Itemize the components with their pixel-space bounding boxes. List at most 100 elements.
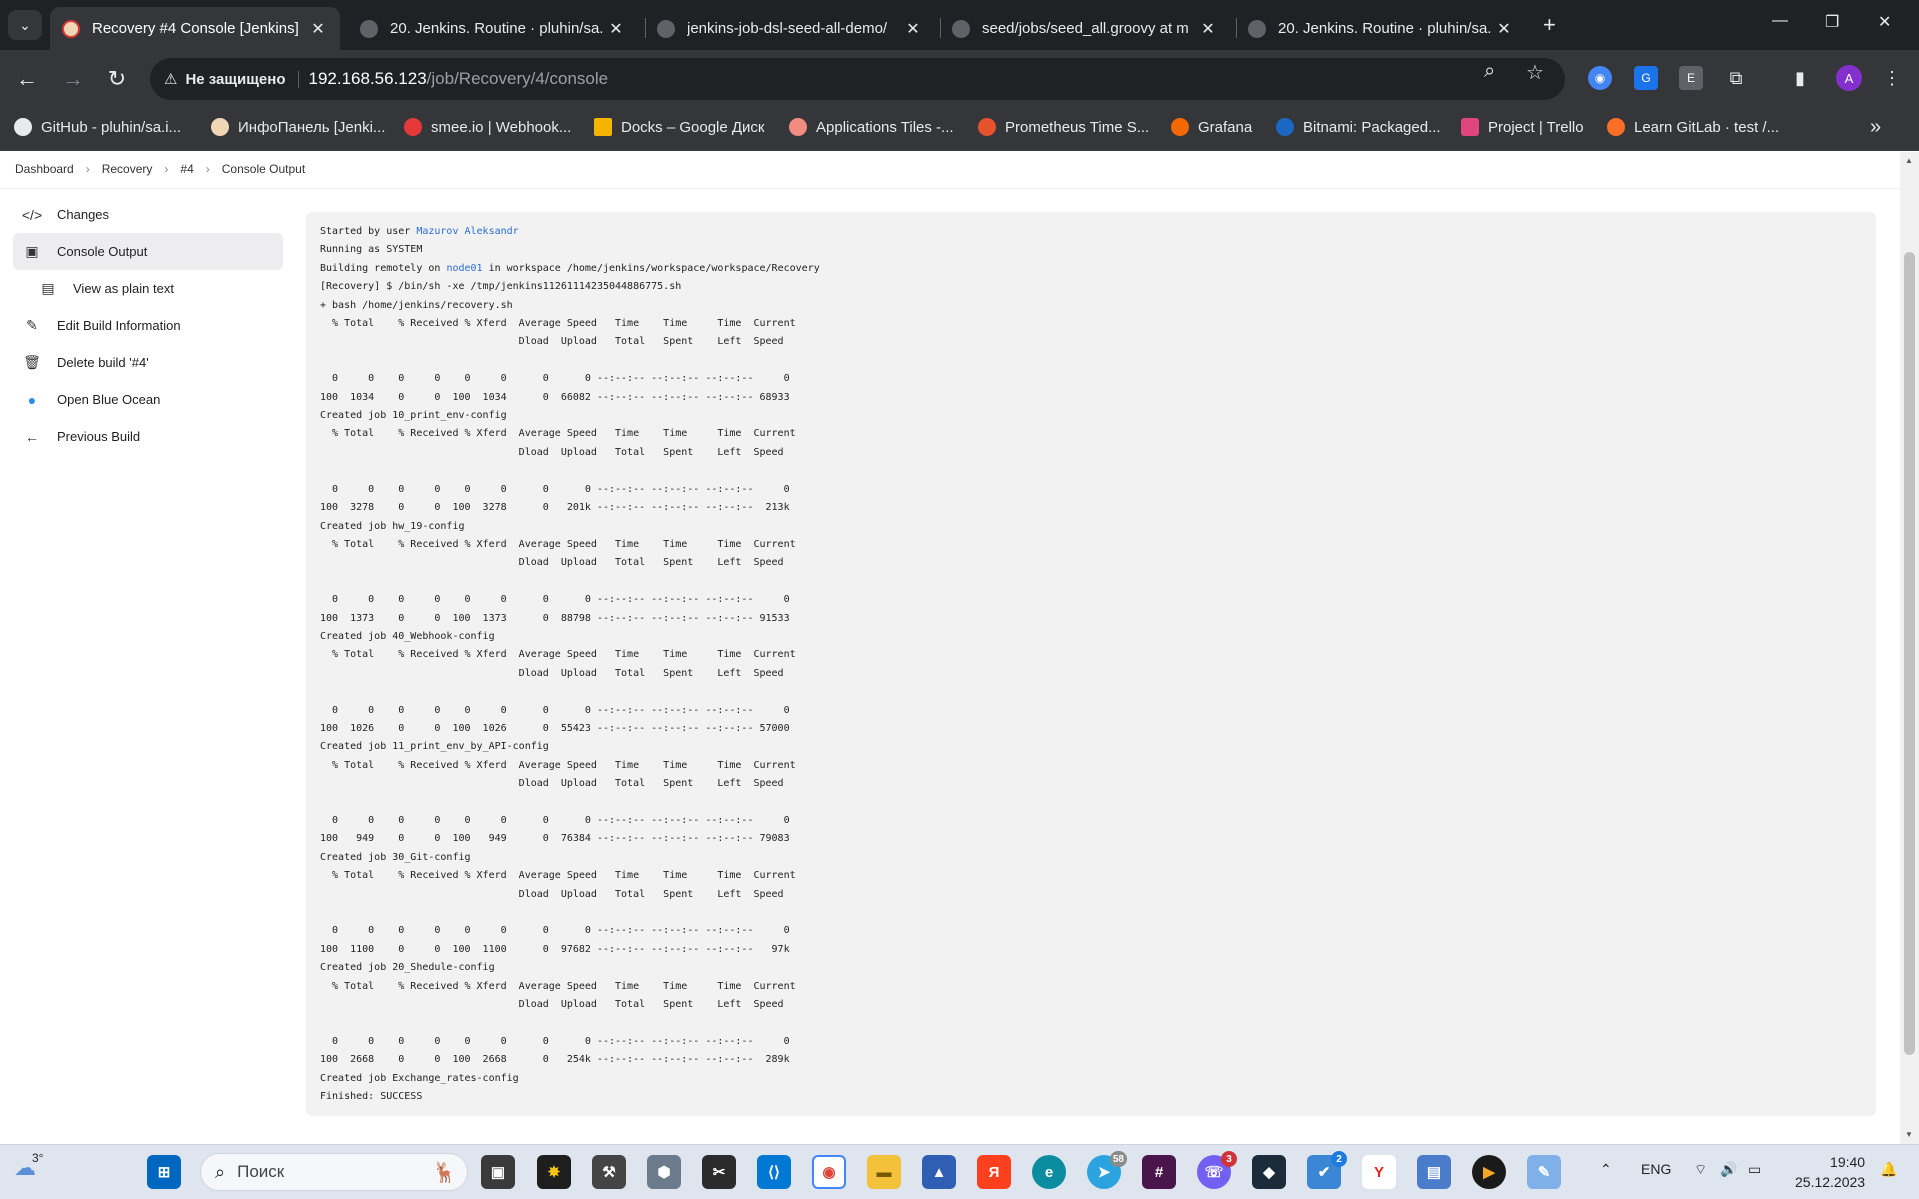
sidebar-item-delete-build[interactable]: 🗑 Delete build '#4'	[13, 344, 283, 381]
tab-title: 20. Jenkins. Routine · pluhin/sa.	[390, 20, 604, 37]
extensions-puzzle-icon[interactable]: ⧉	[1724, 66, 1748, 90]
sidebar-item-view-plain-text[interactable]: ▤ View as plain text	[13, 270, 283, 307]
reload-icon[interactable]: ↻	[104, 66, 130, 92]
bookmark-label: Project | Trello	[1488, 118, 1584, 136]
node-link[interactable]: node01	[446, 263, 482, 274]
app-blue-icon[interactable]: ▲	[922, 1155, 956, 1189]
bookmark-docks-drive[interactable]: Docks – Google Диск	[594, 118, 765, 136]
blue-ocean-icon: ●	[27, 391, 37, 408]
app-document-icon[interactable]: ✎	[1527, 1155, 1561, 1189]
language-indicator[interactable]: ENG	[1641, 1161, 1671, 1177]
scrollbar-thumb[interactable]	[1904, 252, 1915, 1055]
address-bar[interactable]: ⚠ Не защищено 192.168.56.123 /job/Recove…	[150, 58, 1565, 100]
edit-icon: ✎	[26, 317, 38, 333]
clock[interactable]: 19:40 25.12.2023	[1795, 1152, 1865, 1192]
breadcrumb-console-output[interactable]: Console Output	[222, 162, 305, 176]
tab-jenkins-routine-1[interactable]: 20. Jenkins. Routine · pluhin/sa. ✕	[348, 7, 638, 50]
translate-icon[interactable]: G	[1634, 66, 1658, 90]
volume-icon[interactable]: 🔊	[1720, 1161, 1737, 1178]
security-label[interactable]: Не защищено	[185, 70, 299, 88]
new-tab-button[interactable]: +	[1543, 12, 1556, 38]
sidebar-item-changes[interactable]: </> Changes	[13, 196, 283, 233]
window-close-icon[interactable]: ✕	[1878, 12, 1891, 32]
telegram-icon[interactable]: ➤ 58	[1087, 1151, 1127, 1189]
profile-avatar[interactable]: A	[1836, 65, 1862, 91]
warning-icon[interactable]: ⚠	[164, 70, 177, 88]
file-explorer-icon[interactable]: ▬	[867, 1155, 901, 1189]
user-link[interactable]: Mazurov Aleksandr	[416, 226, 518, 237]
close-icon[interactable]: ✕	[1198, 19, 1218, 39]
forward-arrow-icon[interactable]: →	[60, 66, 86, 92]
bookmark-star-icon[interactable]: ☆	[1526, 60, 1544, 85]
media-player-icon[interactable]: ▶	[1472, 1155, 1506, 1189]
breadcrumb-recovery[interactable]: Recovery	[102, 162, 153, 176]
notepad-icon[interactable]: ▤	[1417, 1155, 1451, 1189]
yandex-browser-icon[interactable]: Y	[1362, 1155, 1396, 1189]
bookmark-smee[interactable]: smee.io | Webhook...	[404, 118, 571, 136]
wifi-icon[interactable]: ⌔	[1694, 1161, 1707, 1179]
tab-recovery-console[interactable]: Recovery #4 Console [Jenkins] ✕	[50, 7, 340, 50]
bookmark-grafana[interactable]: Grafana	[1171, 118, 1252, 136]
grafana-icon	[1171, 118, 1189, 136]
bookmark-bitnami[interactable]: Bitnami: Packaged...	[1276, 118, 1441, 136]
sidebar-item-console-output[interactable]: ▣ Console Output	[13, 233, 283, 270]
tray-chevron-up-icon[interactable]: ⌃	[1600, 1161, 1612, 1178]
task-view-icon[interactable]: ▣	[481, 1155, 515, 1189]
restore-icon[interactable]: ❐	[1825, 12, 1839, 32]
tab-jenkins-routine-2[interactable]: 20. Jenkins. Routine · pluhin/sa. ✕	[1236, 7, 1526, 50]
start-windows-icon[interactable]: ⊞	[147, 1155, 181, 1189]
close-icon[interactable]: ✕	[606, 19, 626, 39]
tab-job-dsl-seed[interactable]: jenkins-job-dsl-seed-all-demo/ ✕	[645, 7, 935, 50]
extension-e-icon[interactable]: E	[1679, 66, 1703, 90]
breadcrumb-build[interactable]: #4	[180, 162, 193, 176]
battery-icon[interactable]: ▭	[1748, 1161, 1761, 1178]
side-panel-icon[interactable]: ▮	[1788, 66, 1812, 90]
notifications-bell-icon[interactable]: 🔔	[1880, 1161, 1897, 1178]
yandex-icon[interactable]: Я	[977, 1155, 1011, 1189]
bookmark-github[interactable]: GitHub - pluhin/sa.i...	[14, 118, 181, 136]
app-shield-icon[interactable]: ◆	[1252, 1155, 1286, 1189]
console-output: Started by user Mazurov Aleksandr Runnin…	[306, 212, 1876, 1116]
search-highlight-icon: 🦌	[432, 1161, 457, 1184]
viber-icon[interactable]: ☏ 3	[1197, 1151, 1237, 1189]
zoom-icon[interactable]: ⌕	[1484, 60, 1495, 83]
slack-icon[interactable]: #	[1142, 1155, 1176, 1189]
bookmark-gitlab[interactable]: Learn GitLab · test /...	[1607, 118, 1779, 136]
more-bookmarks-icon[interactable]: »	[1870, 116, 1881, 139]
github-icon	[1248, 19, 1266, 38]
tab-seed-all-groovy[interactable]: seed/jobs/seed_all.groovy at m ✕	[940, 7, 1230, 50]
app-tools-icon[interactable]: ⚒	[592, 1155, 626, 1189]
sidebar-item-label: Previous Build	[57, 429, 141, 444]
page-scrollbar[interactable]: ▲ ▼	[1900, 152, 1919, 1144]
edge-icon[interactable]: e	[1032, 1155, 1066, 1189]
app-snipping-icon[interactable]: ✂	[702, 1155, 736, 1189]
tab-search-button[interactable]: ⌄	[8, 10, 42, 40]
breadcrumb-dashboard[interactable]: Dashboard	[15, 162, 74, 176]
scroll-up-icon[interactable]: ▲	[1905, 156, 1913, 165]
vscode-icon[interactable]: ⟨⟩	[757, 1155, 791, 1189]
minimize-icon[interactable]: —	[1772, 12, 1788, 30]
weather-widget[interactable]: ☁ 3°	[14, 1151, 43, 1181]
scroll-down-icon[interactable]: ▼	[1905, 1130, 1913, 1139]
close-icon[interactable]: ✕	[903, 19, 923, 39]
back-arrow-icon[interactable]: ←	[14, 66, 40, 92]
github-icon	[360, 19, 378, 38]
sidebar-item-previous-build[interactable]: ← Previous Build	[13, 418, 283, 455]
app-cube-icon[interactable]: ⬢	[647, 1155, 681, 1189]
bookmark-trello[interactable]: Project | Trello	[1461, 118, 1584, 136]
close-icon[interactable]: ✕	[1494, 19, 1514, 39]
menu-dots-icon[interactable]: ⋮	[1880, 66, 1904, 90]
bookmark-infopanel[interactable]: ИнфоПанель [Jenki...	[211, 118, 385, 136]
chrome-icon[interactable]: ◉	[812, 1155, 846, 1189]
extension-chrome-icon[interactable]: ◉	[1588, 66, 1612, 90]
sidebar-item-edit-build-information[interactable]: ✎ Edit Build Information	[13, 307, 283, 344]
taskbar-search[interactable]: ⌕ Поиск 🦌	[200, 1153, 468, 1191]
bookmark-prometheus[interactable]: Prometheus Time S...	[978, 118, 1149, 136]
terminal-icon: ▣	[25, 243, 39, 259]
chevron-right-icon: ›	[205, 162, 210, 176]
close-icon[interactable]: ✕	[308, 19, 328, 39]
tasks-check-icon[interactable]: ✔ 2	[1307, 1151, 1347, 1189]
bookmark-applications-tiles[interactable]: Applications Tiles -...	[789, 118, 954, 136]
app-sparkle-icon[interactable]: ✸	[537, 1155, 571, 1189]
sidebar-item-open-blue-ocean[interactable]: ● Open Blue Ocean	[13, 381, 283, 418]
